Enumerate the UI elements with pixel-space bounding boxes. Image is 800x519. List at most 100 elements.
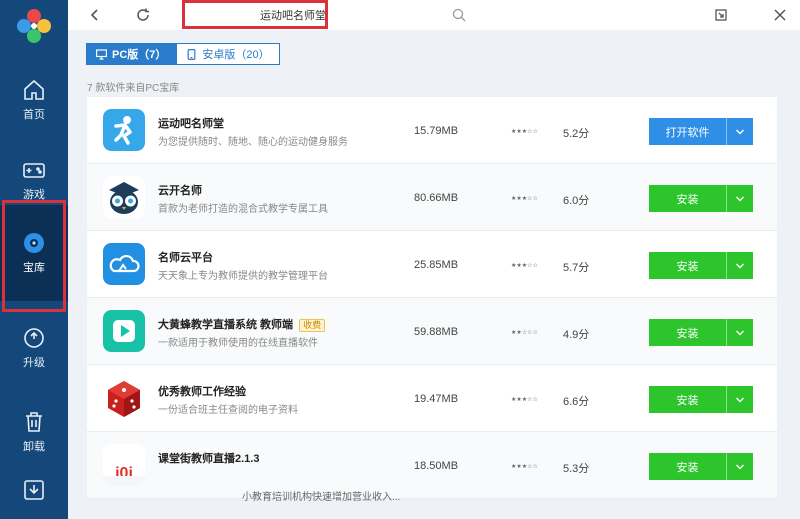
action-dropdown[interactable] xyxy=(726,319,753,346)
list-item[interactable]: 名师云平台 天天象上专为教师提供的教学管理平台 25.85MB ★★★☆☆ 5.… xyxy=(87,231,777,298)
list-item[interactable]: 大黄蜂教学直播系统 教师端 收费 一款适用于教师使用的在线直播软件 59.88MB… xyxy=(87,298,777,365)
app-list: 运动吧名师堂 为您提供随时、随地、随心的运动健身服务 15.79MB ★★★☆☆… xyxy=(87,97,777,503)
app-description: 天天象上专为教师提供的教学管理平台 xyxy=(158,271,328,282)
sidebar-item-home[interactable]: 首页 xyxy=(0,70,68,130)
action-label[interactable]: 打开软件 xyxy=(649,118,726,145)
install-button[interactable]: 安装 xyxy=(649,252,753,279)
action-label[interactable]: 安装 xyxy=(649,386,726,413)
app-score: 5.2分 xyxy=(563,128,590,140)
sidebar-item-upgrade[interactable]: 升级 xyxy=(0,318,68,378)
restore-icon xyxy=(715,9,727,21)
sidebar-item-label: 卸载 xyxy=(23,441,45,453)
action-label[interactable]: 安装 xyxy=(649,319,726,346)
main-content: PC版（7） 安卓版（20） 7 款软件来自PC宝库 运动吧名师堂 为您提供随时… xyxy=(68,30,800,519)
tab-label: PC版（7） xyxy=(112,49,167,61)
app-name: 大黄蜂教学直播系统 教师端 收费 xyxy=(158,316,326,332)
list-item[interactable]: 云开名师 首款为老师打造的混合式教学专属工具 80.66MB ★★★☆☆ 6.0… xyxy=(87,164,777,231)
tab-pc[interactable]: PC版（7） xyxy=(86,43,177,65)
chevron-down-icon xyxy=(736,330,744,335)
app-score: 4.9分 xyxy=(563,329,590,341)
tab-android[interactable]: 安卓版（20） xyxy=(176,43,280,65)
action-dropdown[interactable] xyxy=(726,453,753,480)
disc-icon xyxy=(24,233,44,253)
chevron-down-icon xyxy=(736,464,744,469)
monitor-icon xyxy=(96,48,107,60)
owl-app-icon xyxy=(103,176,145,218)
list-item[interactable]: 运动吧名师堂 为您提供随时、随地、随心的运动健身服务 15.79MB ★★★☆☆… xyxy=(87,97,777,164)
restore-button[interactable] xyxy=(708,2,734,28)
app-description: 一款适用于教师使用的在线直播软件 xyxy=(158,338,318,349)
action-dropdown[interactable] xyxy=(726,185,753,212)
rating-stars: ★★★☆☆ xyxy=(511,129,538,135)
sidebar-item-label: 游戏 xyxy=(23,189,45,201)
app-score: 6.6分 xyxy=(563,396,590,408)
home-icon xyxy=(24,79,44,100)
paid-badge: 收费 xyxy=(299,319,326,332)
sidebar-item-uninstall[interactable]: 卸载 xyxy=(0,402,68,462)
sidebar-item-label: 升级 xyxy=(23,357,45,369)
tab-label: 安卓版（20） xyxy=(202,49,270,61)
sport-app-icon xyxy=(103,109,145,151)
close-button[interactable] xyxy=(767,2,793,28)
download-icon xyxy=(24,480,44,500)
trash-icon xyxy=(26,412,42,432)
app-score: 6.0分 xyxy=(563,195,590,207)
sidebar-item-games[interactable]: 游戏 xyxy=(0,150,68,210)
sidebar-item-label: 首页 xyxy=(23,109,45,121)
app-logo xyxy=(17,9,51,43)
close-icon xyxy=(774,9,786,21)
overlay-caption: 小教育培训机构快速增加营业收入... xyxy=(242,492,401,503)
sidebar-item-treasury[interactable]: 宝库 xyxy=(0,205,68,301)
install-button[interactable]: 安装 xyxy=(649,319,753,346)
back-button[interactable] xyxy=(82,2,108,28)
install-button[interactable]: 安装 xyxy=(649,185,753,212)
app-score: 5.7分 xyxy=(563,262,590,274)
sidebar: 首页 游戏 宝库 升级 卸载 xyxy=(0,0,68,519)
search-input[interactable] xyxy=(260,5,440,25)
chevron-left-icon xyxy=(90,9,98,21)
phone-icon xyxy=(188,48,196,60)
action-label[interactable]: 安装 xyxy=(649,453,726,480)
list-item[interactable]: 优秀教师工作经验 一份适合班主任查阅的电子资料 19.47MB ★★★☆☆ 6.… xyxy=(87,365,777,432)
cloud-app-icon xyxy=(103,243,145,285)
app-name-text: 大黄蜂教学直播系统 教师端 xyxy=(158,319,294,331)
upgrade-icon xyxy=(24,328,44,348)
top-bar xyxy=(68,0,800,30)
rating-stars: ★★★☆☆ xyxy=(511,464,538,470)
rating-stars: ★★★☆☆ xyxy=(511,263,538,269)
chevron-down-icon xyxy=(736,196,744,201)
chevron-down-icon xyxy=(736,263,744,268)
sidebar-item-download[interactable] xyxy=(0,462,68,519)
app-size: 80.66MB xyxy=(414,192,459,204)
rating-stars: ★★★☆☆ xyxy=(511,196,538,202)
app-name: 运动吧名师堂 xyxy=(158,118,224,130)
result-count: 7 款软件来自PC宝库 xyxy=(87,83,180,94)
app-size: 19.47MB xyxy=(414,393,459,405)
search-icon[interactable] xyxy=(452,8,466,22)
app-name: 课堂街教师直播2.1.3 xyxy=(158,453,260,465)
action-dropdown[interactable] xyxy=(726,118,753,145)
chevron-down-icon xyxy=(736,129,744,134)
install-button[interactable]: 安装 xyxy=(649,453,753,480)
app-size: 15.79MB xyxy=(414,125,459,137)
gamepad-icon xyxy=(23,163,45,178)
refresh-button[interactable] xyxy=(130,2,156,28)
refresh-icon xyxy=(137,8,149,21)
dice-app-icon xyxy=(103,377,145,419)
app-description: 一份适合班主任查阅的电子资料 xyxy=(158,405,298,416)
list-item[interactable]: i0i 课堂街教师直播2.1.3 小教育培训机构快速增加营业收入... 18.5… xyxy=(87,432,777,503)
open-software-button[interactable]: 打开软件 xyxy=(649,118,753,145)
action-dropdown[interactable] xyxy=(726,252,753,279)
app-description: 为您提供随时、随地、随心的运动健身服务 xyxy=(158,137,348,148)
action-label[interactable]: 安装 xyxy=(649,185,726,212)
app-score: 5.3分 xyxy=(563,463,590,475)
live-app-icon xyxy=(103,310,145,352)
app-size: 18.50MB xyxy=(414,460,459,472)
action-dropdown[interactable] xyxy=(726,386,753,413)
install-button[interactable]: 安装 xyxy=(649,386,753,413)
search-box[interactable] xyxy=(250,3,472,27)
app-description: 首款为老师打造的混合式教学专属工具 xyxy=(158,204,328,215)
app-size: 25.85MB xyxy=(414,259,459,271)
action-label[interactable]: 安装 xyxy=(649,252,726,279)
app-name: 优秀教师工作经验 xyxy=(158,386,246,398)
